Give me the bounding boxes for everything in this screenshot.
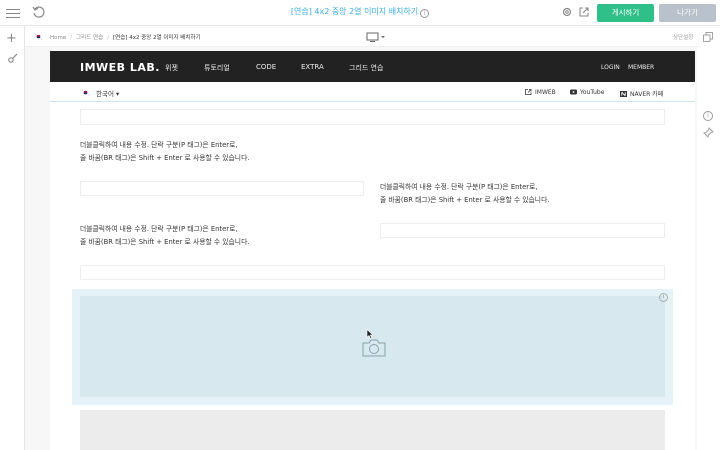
cursor-icon: [366, 329, 374, 339]
nav-item-code[interactable]: CODE: [256, 63, 276, 71]
external-link-icon: [525, 89, 532, 95]
korea-flag-icon: [34, 33, 43, 40]
language-select[interactable]: 한국어 ▾: [96, 88, 119, 98]
info-icon[interactable]: i: [420, 9, 430, 18]
text-block[interactable]: 더블클릭하여 내용 수정. 단락 구분(P 태그)은 Enter로, 줄 바꿈(…: [80, 223, 249, 249]
nav-item-widget[interactable]: 위젯: [165, 63, 178, 73]
text-block[interactable]: 더블클릭하여 내용 수정. 단락 구분(P 태그)은 Enter로, 줄 바꿈(…: [380, 181, 549, 207]
page-title-text: [연습] 4x2 중앙 2열 이미지 배치하기: [290, 7, 419, 16]
text-line: 더블클릭하여 내용 수정. 단락 구분(P 태그)은 Enter로,: [80, 225, 238, 233]
breadcrumb-home[interactable]: Home: [50, 35, 66, 41]
text-line: 줄 바꿈(BR 태그)은 Shift + Enter 로 사용할 수 있습니다.: [380, 196, 550, 204]
gray-content-block[interactable]: [80, 410, 665, 450]
text-line: 더블클릭하여 내용 수정. 단락 구분(P 태그)은 Enter로,: [80, 141, 238, 149]
image-block-selected[interactable]: i: [72, 289, 673, 405]
nav-item-grid[interactable]: 그리드 연습: [349, 63, 383, 73]
pin-icon[interactable]: [703, 127, 714, 138]
exit-button[interactable]: 나가기: [659, 4, 716, 22]
site-logo[interactable]: IMWEB LAB.: [80, 61, 160, 74]
external-link-icon[interactable]: [578, 6, 590, 18]
nav-item-tutorial[interactable]: 튜토리얼: [204, 63, 230, 73]
breadcrumb-grid[interactable]: 그리드 연습: [76, 35, 103, 41]
info-icon[interactable]: i: [703, 111, 713, 121]
editor-topbar: [연습] 4x2 중앙 2열 이미지 배치하기 i 게시하기 나가기: [0, 0, 720, 26]
editor-canvas: IMWEB LAB. 위젯 튜토리얼 CODE EXTRA 그리드 연습 LOG…: [25, 47, 697, 450]
gear-icon[interactable]: [561, 6, 573, 18]
brush-icon[interactable]: [7, 52, 19, 64]
imweb-link-label: IMWEB: [535, 89, 556, 96]
youtube-icon: [570, 89, 577, 95]
site-page: IMWEB LAB. 위젯 튜토리얼 CODE EXTRA 그리드 연습 LOG…: [50, 51, 695, 450]
camera-icon: [362, 339, 386, 357]
info-icon[interactable]: i: [659, 293, 668, 302]
empty-block[interactable]: [380, 223, 665, 238]
breadcrumb: Home / 그리드 연습 / [연습] 4x2 중앙 2열 이미지 배치하기: [50, 35, 201, 41]
plus-icon[interactable]: +: [6, 32, 17, 45]
desktop-icon[interactable]: [366, 32, 386, 42]
nav-item-extra[interactable]: EXTRA: [301, 63, 324, 71]
header-setting-link[interactable]: 상단설정: [673, 33, 693, 41]
text-line: 줄 바꿈(BR 태그)은 Shift + Enter 로 사용할 수 있습니다.: [80, 154, 250, 162]
text-line: 더블클릭하여 내용 수정. 단락 구분(P 태그)은 Enter로,: [380, 183, 538, 191]
site-header: IMWEB LAB. 위젯 튜토리얼 CODE EXTRA 그리드 연습 LOG…: [50, 51, 695, 82]
empty-block[interactable]: [80, 181, 364, 196]
breadcrumb-current: [연습] 4x2 중앙 2열 이미지 배치하기: [113, 35, 201, 41]
login-link[interactable]: LOGIN: [601, 64, 620, 71]
korea-flag-icon: [81, 89, 90, 96]
text-line: 줄 바꿈(BR 태그)은 Shift + Enter 로 사용할 수 있습니다.: [80, 238, 250, 246]
imweb-link[interactable]: IMWEB: [525, 89, 556, 96]
empty-block[interactable]: [80, 265, 665, 280]
right-toolbar: i: [697, 45, 720, 450]
left-toolbar: +: [0, 26, 25, 450]
naver-icon: [620, 91, 627, 97]
copy-icon[interactable]: [703, 32, 713, 42]
text-block[interactable]: 더블클릭하여 내용 수정. 단락 구분(P 태그)은 Enter로, 줄 바꿈(…: [80, 139, 249, 165]
member-link[interactable]: MEMBER: [628, 64, 654, 71]
youtube-link-label: YouTube: [580, 89, 605, 96]
publish-button[interactable]: 게시하기: [597, 4, 654, 22]
naver-cafe-link[interactable]: NAVER 카페: [620, 89, 663, 98]
empty-block[interactable]: [80, 109, 665, 125]
naver-cafe-link-label: NAVER 카페: [630, 91, 664, 98]
site-subheader: 한국어 ▾ IMWEB YouTube NAVER 카페: [50, 82, 695, 102]
youtube-link[interactable]: YouTube: [570, 89, 604, 96]
breadcrumb-bar: Home / 그리드 연습 / [연습] 4x2 중앙 2열 이미지 배치하기 상단설정: [25, 26, 720, 47]
